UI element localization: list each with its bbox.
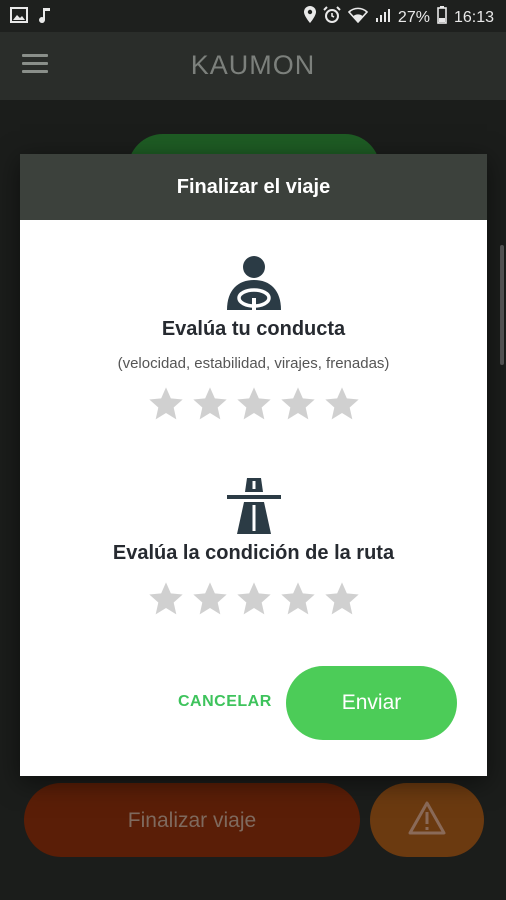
clock: 16:13 <box>453 8 494 26</box>
conduct-rating <box>20 384 487 424</box>
conduct-star-3[interactable] <box>234 384 274 424</box>
conduct-star-2[interactable] <box>190 384 230 424</box>
app-title: KAUMON <box>190 50 316 80</box>
conduct-star-4[interactable] <box>278 384 318 424</box>
battery-percent: 27% <box>397 8 430 26</box>
app-bar: KAUMON <box>0 32 506 100</box>
cancel-button[interactable]: CANCELAR <box>172 692 278 712</box>
scrollbar <box>500 245 504 365</box>
conduct-section: Evalúa tu conducta (velocidad, estabilid… <box>20 254 487 424</box>
route-star-4[interactable] <box>278 579 318 619</box>
finish-trip-button: Finalizar viaje <box>24 783 360 857</box>
music-note-icon <box>38 6 52 29</box>
conduct-subtitle: (velocidad, estabilidad, virajes, frenad… <box>117 355 390 372</box>
alert-button <box>370 783 484 857</box>
warning-icon <box>408 801 446 840</box>
image-icon <box>10 7 28 28</box>
battery-icon <box>437 6 447 29</box>
wifi-icon <box>347 7 369 28</box>
route-star-5[interactable] <box>322 579 362 619</box>
dialog-actions: CANCELAR Enviar <box>20 666 487 742</box>
road-icon <box>20 478 487 534</box>
route-rating <box>20 579 487 619</box>
alarm-icon <box>323 6 341 29</box>
send-button[interactable]: Enviar <box>286 666 457 740</box>
dialog-title: Finalizar el viaje <box>20 154 487 220</box>
location-icon <box>303 6 316 29</box>
status-bar: 27% 16:13 <box>0 0 506 32</box>
route-section: Evalúa la condición de la ruta <box>20 478 487 619</box>
route-star-3[interactable] <box>234 579 274 619</box>
conduct-title: Evalúa tu conducta <box>161 318 346 340</box>
route-star-2[interactable] <box>190 579 230 619</box>
route-title: Evalúa la condición de la ruta <box>112 542 395 564</box>
route-star-1[interactable] <box>146 579 186 619</box>
conduct-star-5[interactable] <box>322 384 362 424</box>
finish-trip-dialog: Finalizar el viaje Evalúa tu conducta (v… <box>20 154 487 776</box>
driver-icon <box>20 254 487 314</box>
conduct-star-1[interactable] <box>146 384 186 424</box>
signal-icon <box>375 7 391 28</box>
